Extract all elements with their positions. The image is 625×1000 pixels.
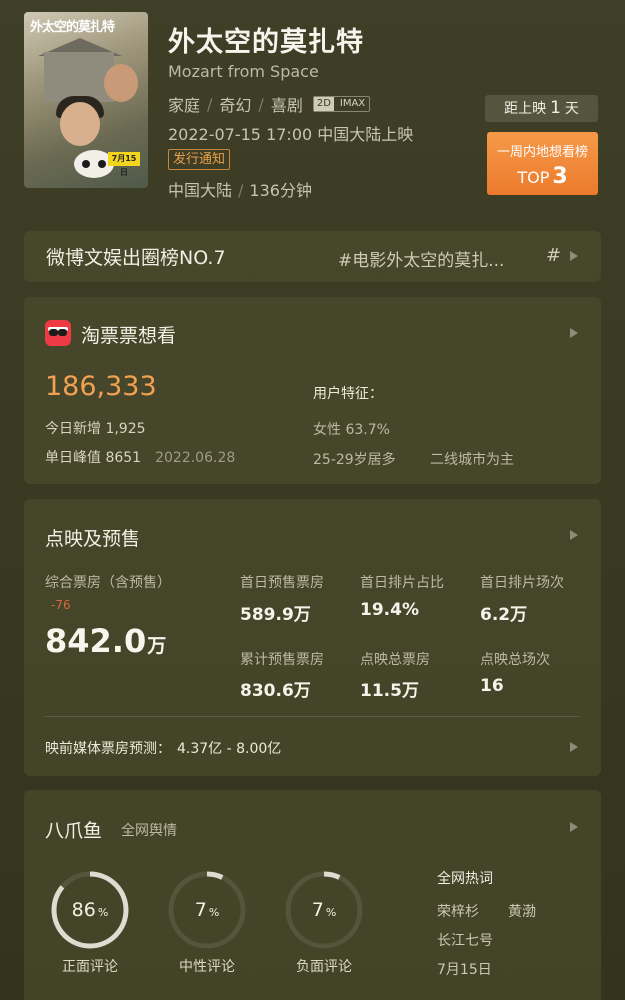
duration: 136分钟	[249, 181, 312, 200]
poster-house	[44, 52, 114, 102]
format-badge: 2D IMAX	[312, 96, 371, 112]
stat-value: 19.4%	[360, 600, 419, 620]
movie-poster[interactable]: 外太空的莫扎特 7月15日	[24, 12, 148, 188]
neutral-value: 7%	[194, 899, 220, 921]
release-info: 2022-07-15 17:00 中国大陆上映	[168, 125, 414, 144]
hot-words-title: 全网热词	[437, 871, 493, 887]
today-added: 今日新增 1,925	[45, 418, 146, 438]
weibo-topic: #电影外太空的莫扎...	[338, 251, 505, 271]
poster-robot-eye	[98, 160, 106, 168]
total-boxoffice-label: 综合票房（含预售）	[45, 575, 171, 591]
sentiment-negative: 7% 负面评论	[280, 870, 368, 976]
chevron-right-icon	[570, 251, 578, 261]
forecast-range: 4.37亿 - 8.00亿	[177, 741, 282, 757]
weibo-rank-label: 微博文娱出圈榜NO.7	[46, 247, 226, 269]
user-age-group: 25-29岁居多	[313, 452, 396, 468]
sentiment-subtitle: 全网舆情	[121, 823, 177, 839]
stat-label: 首日预售票房	[240, 575, 324, 591]
movie-title: 外太空的莫扎特	[168, 27, 364, 58]
stat-label: 累计预售票房	[240, 652, 324, 668]
negative-value: 7%	[311, 899, 337, 921]
release-notice-link[interactable]: 发行通知	[168, 149, 231, 170]
stat-label: 首日排片占比	[360, 575, 444, 591]
genre-tag: 喜剧	[270, 96, 303, 115]
taopiao-want-card[interactable]: 淘票票想看 186,333 今日新增 1,925 单日峰值 8651 2022.0…	[24, 297, 601, 484]
hot-word[interactable]: 长江七号	[437, 930, 493, 950]
genre-separator: /	[207, 94, 213, 114]
neutral-label: 中性评论	[179, 959, 235, 975]
poster-date: 7月15日	[108, 152, 140, 177]
total-boxoffice-delta: -76	[51, 598, 71, 612]
stat-value: 830.6万	[240, 681, 311, 701]
media-forecast[interactable]: 映前媒体票房预测： 4.37亿 - 8.00亿	[45, 738, 281, 758]
sentiment-positive: 86% 正面评论	[46, 870, 134, 976]
poster-title: 外太空的莫扎特	[30, 20, 115, 35]
weibo-hash-icon: #	[546, 245, 562, 266]
daily-peak-date: 2022.06.28	[155, 450, 236, 466]
hot-word[interactable]: 7月15日	[437, 959, 492, 979]
genre-list: 家庭 / 奇幻 / 喜剧 2D IMAX	[168, 92, 371, 116]
movie-title-english: Mozart from Space	[168, 62, 319, 81]
weibo-rank-card[interactable]: 微博文娱出圈榜NO.7 #电影外太空的莫扎... #	[24, 231, 601, 282]
stat-value: 589.9万	[240, 605, 311, 625]
daily-peak-value: 8651	[105, 450, 142, 466]
chevron-right-icon	[570, 742, 578, 752]
sentiment-card[interactable]: 八爪鱼 全网舆情 86% 正面评论 7% 中性评论 7% 负面评论 全网热词 荣…	[24, 790, 601, 1000]
taopiao-title: 淘票票想看	[81, 325, 177, 347]
stat-value: 16	[480, 676, 504, 696]
genre-tag: 奇幻	[219, 96, 252, 115]
user-city-tier: 二线城市为主	[430, 452, 514, 468]
hot-word[interactable]: 黄渤	[508, 901, 536, 921]
countdown-days: 1	[550, 98, 561, 118]
sentiment-neutral: 7% 中性评论	[163, 870, 251, 976]
user-female-ratio: 女性 63.7%	[313, 422, 390, 438]
want-rank-badge[interactable]: 一周内地想看榜 TOP 3	[487, 132, 598, 195]
want-rank-number: 3	[552, 164, 568, 189]
total-boxoffice-unit: 万	[147, 635, 167, 657]
genre-separator: /	[258, 94, 264, 114]
positive-value: 86%	[71, 899, 109, 921]
stat-value: 6.2万	[480, 605, 528, 625]
stat-value: 11.5万	[360, 681, 419, 701]
divider	[45, 716, 580, 717]
poster-child-face	[60, 102, 100, 146]
chevron-right-icon	[570, 328, 578, 338]
daily-peak: 单日峰值 8651 2022.06.28	[45, 447, 235, 467]
region: 中国大陆	[168, 181, 233, 200]
want-rank-label: 一周内地想看榜	[496, 145, 588, 160]
format-imax: IMAX	[339, 98, 366, 109]
presale-card[interactable]: 点映及预售 综合票房（含预售） -76 842.0万 首日预售票房 589.9万…	[24, 499, 601, 776]
positive-label: 正面评论	[62, 959, 118, 975]
genre-tag: 家庭	[168, 96, 201, 115]
stat-label: 点映总场次	[480, 652, 550, 668]
taopiao-logo-icon	[45, 320, 71, 346]
user-feature-label: 用户特征：	[313, 386, 383, 402]
stat-label: 首日排片场次	[480, 575, 564, 591]
total-boxoffice-number: 842.0	[45, 622, 147, 660]
countdown-prefix: 距上映	[504, 101, 547, 117]
stat-label: 点映总票房	[360, 652, 430, 668]
sentiment-title: 八爪鱼	[45, 820, 103, 842]
region-duration: 中国大陆 / 136分钟	[168, 177, 312, 201]
forecast-label: 映前媒体票房预测：	[45, 741, 171, 757]
today-added-value: 1,925	[105, 421, 146, 437]
negative-label: 负面评论	[296, 959, 352, 975]
want-total-count: 186,333	[45, 371, 157, 402]
poster-robot-eye	[82, 160, 90, 168]
format-2d: 2D	[313, 97, 334, 111]
want-rank-value: TOP 3	[487, 164, 598, 189]
want-rank-prefix: TOP	[517, 168, 550, 187]
countdown-suffix: 天	[564, 101, 579, 117]
chevron-right-icon	[570, 822, 578, 832]
region-separator: /	[238, 181, 244, 200]
today-added-label: 今日新增	[45, 421, 101, 437]
daily-peak-label: 单日峰值	[45, 450, 101, 466]
presale-title: 点映及预售	[45, 528, 141, 550]
hot-word[interactable]: 荣梓杉	[437, 901, 479, 921]
chevron-right-icon	[570, 530, 578, 540]
poster-actor-face	[104, 64, 138, 102]
total-boxoffice-value: 842.0万	[45, 622, 166, 660]
release-countdown: 距上映 1 天	[485, 95, 598, 122]
